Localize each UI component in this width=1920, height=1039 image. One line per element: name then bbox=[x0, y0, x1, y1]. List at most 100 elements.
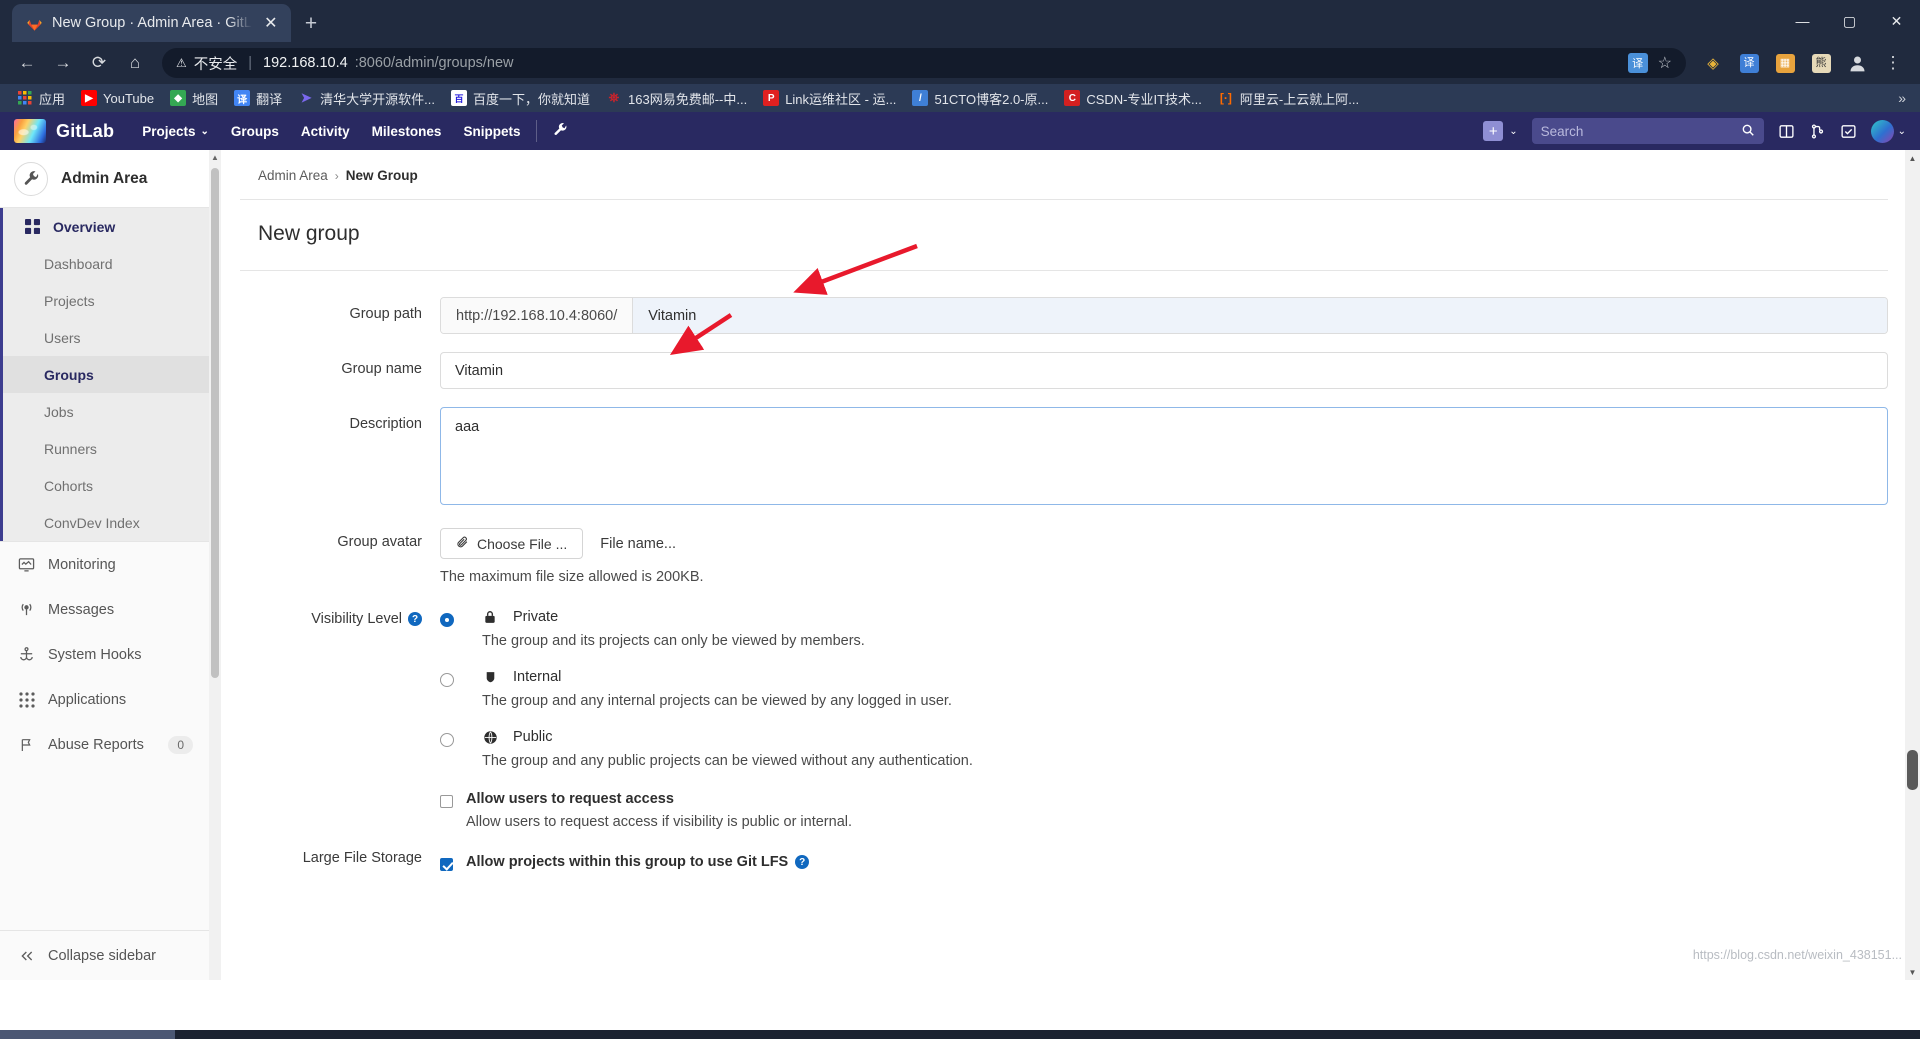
bookmark-item[interactable]: 百 百度一下，你就知道 bbox=[444, 87, 597, 110]
bookmark-item[interactable]: P Link运维社区 - 运... bbox=[756, 87, 903, 110]
back-icon[interactable]: ← bbox=[10, 46, 44, 80]
bookmark-item[interactable]: / 51CTO博客2.0-原... bbox=[905, 87, 1055, 110]
profile-avatar-icon[interactable] bbox=[1840, 46, 1874, 80]
sidebar-item-projects[interactable]: Projects bbox=[3, 282, 209, 319]
sidebar-item-convdev-index[interactable]: ConvDev Index bbox=[3, 504, 209, 541]
bookmark-item[interactable]: ⛯ 163网易免费邮--中... bbox=[599, 87, 754, 110]
group-path-input[interactable] bbox=[633, 298, 1887, 333]
nav-activity[interactable]: Activity bbox=[301, 124, 350, 139]
sidebar-item-jobs[interactable]: Jobs bbox=[3, 393, 209, 430]
sidebar-item-overview[interactable]: Overview bbox=[3, 208, 209, 245]
question-mark-icon[interactable]: ? bbox=[408, 612, 422, 626]
avatar-help-text: The maximum file size allowed is 200KB. bbox=[440, 569, 1888, 585]
visibility-option-private[interactable]: Private The group and its projects can o… bbox=[440, 609, 1888, 649]
browser-tab[interactable]: New Group · Admin Area · GitL ✕ bbox=[12, 4, 291, 42]
address-bar[interactable]: ⚠ 不安全 | 192.168.10.4:8060/admin/groups/n… bbox=[162, 48, 1686, 78]
new-group-form: Group path http://192.168.10.4:8060/ Gro… bbox=[240, 271, 1888, 871]
sidebar-item-runners[interactable]: Runners bbox=[3, 430, 209, 467]
sidebar-item-monitoring[interactable]: Monitoring bbox=[0, 542, 209, 587]
bookmark-item[interactable]: [·] 阿里云-上云就上阿... bbox=[1211, 87, 1366, 110]
lfs-checkbox[interactable] bbox=[440, 858, 453, 871]
sidebar-item-messages[interactable]: Messages bbox=[0, 587, 209, 632]
bookmark-item[interactable]: ▶ YouTube bbox=[74, 88, 161, 108]
bookmarks-overflow-icon[interactable]: » bbox=[1898, 90, 1910, 106]
nav-milestones[interactable]: Milestones bbox=[372, 124, 442, 139]
bookmark-label: 地图 bbox=[192, 89, 218, 108]
window-close-button[interactable]: ✕ bbox=[1873, 0, 1920, 42]
sidebar-item-system-hooks[interactable]: System Hooks bbox=[0, 632, 209, 677]
bookmark-item[interactable]: ➤ 清华大学开源软件... bbox=[291, 87, 442, 110]
lfs-checkbox-row[interactable]: Allow projects within this group to use … bbox=[440, 854, 1888, 871]
public-label: Public bbox=[513, 729, 553, 745]
scroll-up-arrow-icon[interactable]: ▲ bbox=[1905, 150, 1920, 166]
panda-extension-icon[interactable]: 熊 bbox=[1804, 46, 1838, 80]
visibility-label-text: Visibility Level bbox=[311, 611, 402, 627]
window-maximize-button[interactable]: ▢ bbox=[1826, 0, 1873, 42]
bookmark-item[interactable]: C CSDN-专业IT技术... bbox=[1057, 87, 1209, 110]
internal-radio[interactable] bbox=[440, 673, 454, 687]
translate-extension-icon[interactable]: 译 bbox=[1732, 46, 1766, 80]
sidebar-overview-group: Overview Dashboard Projects Users Groups… bbox=[0, 208, 209, 541]
scroll-down-arrow-icon[interactable]: ▼ bbox=[1905, 964, 1920, 980]
request-access-checkbox[interactable] bbox=[440, 795, 453, 808]
sidebar-item-users[interactable]: Users bbox=[3, 319, 209, 356]
tab-title: New Group · Admin Area · GitL bbox=[52, 15, 252, 31]
group-path-field[interactable]: http://192.168.10.4:8060/ bbox=[440, 297, 1888, 334]
sidebar-item-abuse-reports[interactable]: Abuse Reports 0 bbox=[0, 722, 209, 767]
home-icon[interactable]: ⌂ bbox=[118, 46, 152, 80]
new-dropdown[interactable]: + ⌄ bbox=[1483, 121, 1517, 141]
sidebar-main-section: Monitoring Messages System Hooks bbox=[0, 541, 209, 767]
public-radio[interactable] bbox=[440, 733, 454, 747]
visibility-option-public[interactable]: Public The group and any public projects… bbox=[440, 729, 1888, 769]
reload-icon[interactable]: ⟳ bbox=[82, 46, 116, 80]
page-scroll-thumb[interactable] bbox=[1907, 750, 1918, 790]
issues-icon[interactable] bbox=[1778, 123, 1795, 140]
gitlab-tanuki-logo[interactable] bbox=[14, 119, 46, 143]
choose-file-button[interactable]: Choose File ... bbox=[440, 528, 583, 559]
question-mark-icon[interactable]: ? bbox=[795, 855, 809, 869]
bookmark-item[interactable]: 应用 bbox=[10, 87, 72, 110]
visibility-option-internal[interactable]: Internal The group and any internal proj… bbox=[440, 669, 1888, 709]
sidebar-item-cohorts[interactable]: Cohorts bbox=[3, 467, 209, 504]
abuse-reports-badge: 0 bbox=[168, 736, 193, 754]
search-input[interactable]: Search bbox=[1532, 118, 1764, 144]
forward-icon[interactable]: → bbox=[46, 46, 80, 80]
nav-snippets[interactable]: Snippets bbox=[463, 124, 520, 139]
private-radio[interactable] bbox=[440, 613, 454, 627]
choose-file-label: Choose File ... bbox=[477, 536, 567, 552]
bookmark-label: 清华大学开源软件... bbox=[320, 89, 435, 108]
insecure-warning-icon: ⚠ bbox=[176, 56, 187, 70]
sidebar-header[interactable]: Admin Area bbox=[0, 150, 209, 208]
request-access-row[interactable]: Allow users to request access Allow user… bbox=[440, 791, 1888, 830]
admin-wrench-icon[interactable] bbox=[553, 122, 568, 140]
breadcrumb-root[interactable]: Admin Area bbox=[258, 168, 328, 183]
chrome-menu-icon[interactable]: ⋮ bbox=[1876, 46, 1910, 80]
group-name-input[interactable] bbox=[440, 352, 1888, 389]
translate-icon: 译 bbox=[234, 90, 250, 106]
group-name-label: Group name bbox=[240, 352, 440, 389]
puzzle-extension-icon[interactable]: ◈ bbox=[1696, 46, 1730, 80]
description-textarea[interactable] bbox=[440, 407, 1888, 505]
new-tab-button[interactable]: + bbox=[305, 13, 317, 34]
bookmark-item[interactable]: 译 翻译 bbox=[227, 87, 289, 110]
sidebar-item-dashboard[interactable]: Dashboard bbox=[3, 245, 209, 282]
grid-extension-icon[interactable]: ▦ bbox=[1768, 46, 1802, 80]
nav-groups[interactable]: Groups bbox=[231, 124, 279, 139]
sidebar-item-applications[interactable]: Applications bbox=[0, 677, 209, 722]
translate-page-icon[interactable]: 译 bbox=[1628, 53, 1648, 73]
sidebar-item-groups[interactable]: Groups bbox=[3, 356, 209, 393]
todos-icon[interactable] bbox=[1840, 123, 1857, 140]
nav-projects[interactable]: Projects⌄ bbox=[142, 124, 209, 139]
csdn-icon: C bbox=[1064, 90, 1080, 106]
bookmark-item[interactable]: ◆ 地图 bbox=[163, 87, 225, 110]
breadcrumb-current: New Group bbox=[346, 168, 418, 183]
public-description: The group and any public projects can be… bbox=[482, 753, 973, 769]
window-controls: — ▢ ✕ bbox=[1779, 0, 1920, 42]
bookmark-star-icon[interactable]: ☆ bbox=[1658, 53, 1672, 73]
window-minimize-button[interactable]: — bbox=[1779, 0, 1826, 42]
collapse-sidebar-button[interactable]: Collapse sidebar bbox=[0, 930, 209, 980]
user-menu[interactable]: ⌄ bbox=[1871, 120, 1906, 143]
merge-requests-icon[interactable] bbox=[1809, 123, 1826, 140]
tab-close-icon[interactable]: ✕ bbox=[261, 13, 281, 33]
page-scrollbar[interactable]: ▲ ▼ bbox=[1905, 150, 1920, 980]
